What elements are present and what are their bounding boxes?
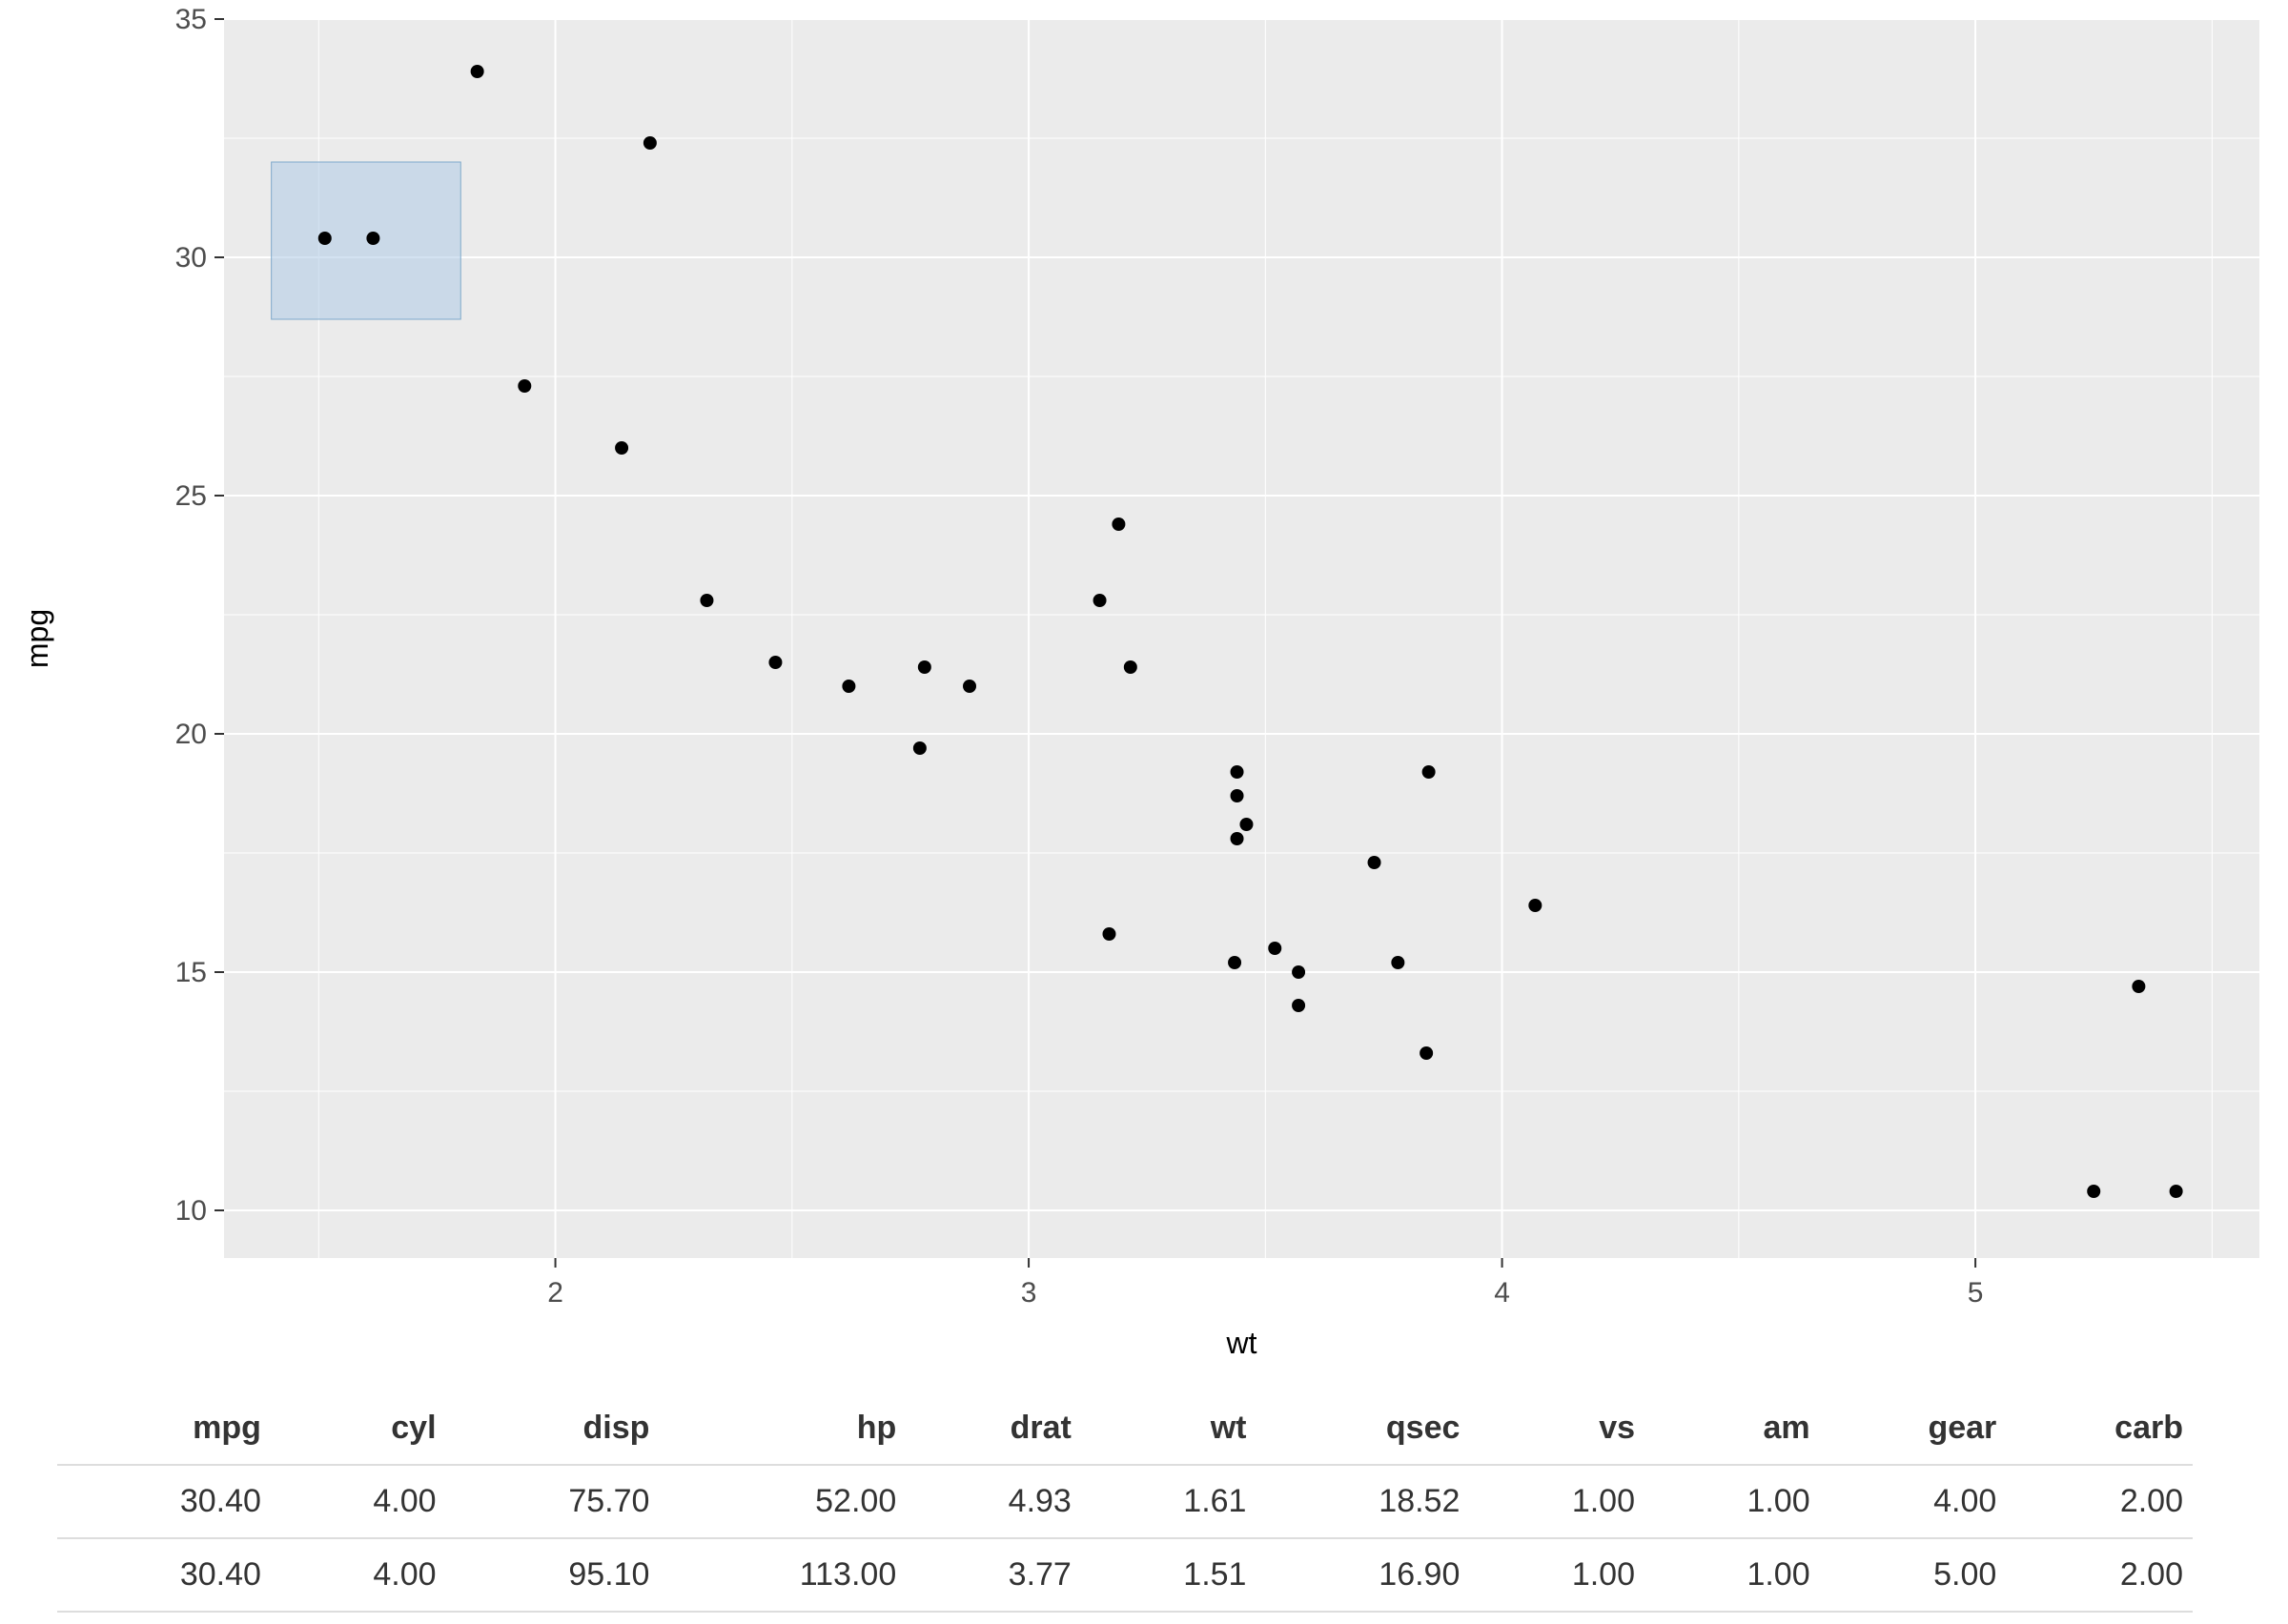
data-point [1228, 956, 1241, 969]
cell: 1.00 [1644, 1538, 1820, 1612]
x-tick-label: 4 [1494, 1277, 1510, 1309]
data-point [366, 232, 379, 245]
table-row: 30.404.0075.7052.004.931.6118.521.001.00… [57, 1465, 2193, 1538]
data-point [1292, 965, 1305, 979]
data-point [2132, 980, 2145, 993]
data-point [1528, 899, 1542, 912]
col-header-qsec: qsec [1256, 1396, 1469, 1465]
cell: 52.00 [659, 1465, 906, 1538]
brush-selection[interactable] [272, 162, 461, 319]
data-point [842, 680, 855, 693]
data-point [963, 680, 976, 693]
col-header-hp: hp [659, 1396, 906, 1465]
col-header-drat: drat [906, 1396, 1081, 1465]
data-point [1231, 765, 1244, 779]
scatter-plot[interactable]: 2 3 4 5 10 15 20 25 30 35 wt mpg [0, 0, 2288, 1372]
data-point [1231, 832, 1244, 845]
cell: 4.93 [906, 1465, 1081, 1538]
col-header-cyl: cyl [271, 1396, 446, 1465]
col-header-disp: disp [446, 1396, 660, 1465]
data-point [2170, 1185, 2183, 1198]
col-header-wt: wt [1081, 1396, 1256, 1465]
data-point [918, 660, 931, 674]
data-point [1368, 856, 1381, 869]
y-tick-label: 20 [175, 719, 207, 750]
data-point [471, 65, 484, 78]
cell: 113.00 [659, 1538, 906, 1612]
col-header-gear: gear [1820, 1396, 2007, 1465]
cell: 75.70 [446, 1465, 660, 1538]
data-point [1268, 942, 1281, 955]
table-row: 30.404.0095.10113.003.771.5116.901.001.0… [57, 1538, 2193, 1612]
cell: 1.00 [1469, 1538, 1644, 1612]
cell: 1.51 [1081, 1538, 1256, 1612]
x-axis-title: wt [1226, 1326, 1257, 1360]
cell: 5.00 [1820, 1538, 2007, 1612]
cell: 1.00 [1469, 1465, 1644, 1538]
x-tick-label: 3 [1021, 1277, 1037, 1309]
data-point [1231, 789, 1244, 802]
cell: 1.61 [1081, 1465, 1256, 1538]
data-point [700, 594, 713, 607]
y-tick-label: 30 [175, 242, 207, 274]
data-point [318, 232, 332, 245]
data-point [768, 656, 782, 669]
data-point [1422, 765, 1436, 779]
data-point [1124, 660, 1137, 674]
data-point [1292, 999, 1305, 1012]
data-point [518, 379, 531, 393]
data-point [2087, 1185, 2100, 1198]
col-header-am: am [1644, 1396, 1820, 1465]
cell: 1.00 [1644, 1465, 1820, 1538]
cell: 4.00 [271, 1538, 446, 1612]
col-header-carb: carb [2006, 1396, 2193, 1465]
cell: 18.52 [1256, 1465, 1469, 1538]
cell: 30.40 [57, 1465, 271, 1538]
cell: 16.90 [1256, 1538, 1469, 1612]
cell: 3.77 [906, 1538, 1081, 1612]
cell: 2.00 [2006, 1538, 2193, 1612]
data-point [1093, 594, 1107, 607]
y-tick-label: 15 [175, 957, 207, 988]
cell: 30.40 [57, 1538, 271, 1612]
y-tick-label: 10 [175, 1195, 207, 1227]
y-tick-label: 35 [175, 4, 207, 35]
cell: 4.00 [1820, 1465, 2007, 1538]
y-axis-title: mpg [20, 609, 54, 668]
brushed-data-table: mpgcyldisphpdratwtqsecvsamgearcarb 30.40… [57, 1396, 2193, 1613]
x-tick-label: 5 [1968, 1277, 1984, 1309]
col-header-vs: vs [1469, 1396, 1644, 1465]
y-tick-label: 25 [175, 480, 207, 512]
cell: 2.00 [2006, 1465, 2193, 1538]
data-point [1391, 956, 1404, 969]
data-point [1112, 518, 1125, 531]
data-point [1102, 927, 1115, 941]
x-tick-label: 2 [547, 1277, 563, 1309]
data-point [615, 441, 628, 455]
col-header-mpg: mpg [57, 1396, 271, 1465]
data-point [913, 741, 927, 755]
data-point [644, 136, 657, 150]
data-point [1239, 818, 1253, 831]
cell: 95.10 [446, 1538, 660, 1612]
data-point [1420, 1046, 1433, 1060]
cell: 4.00 [271, 1465, 446, 1538]
